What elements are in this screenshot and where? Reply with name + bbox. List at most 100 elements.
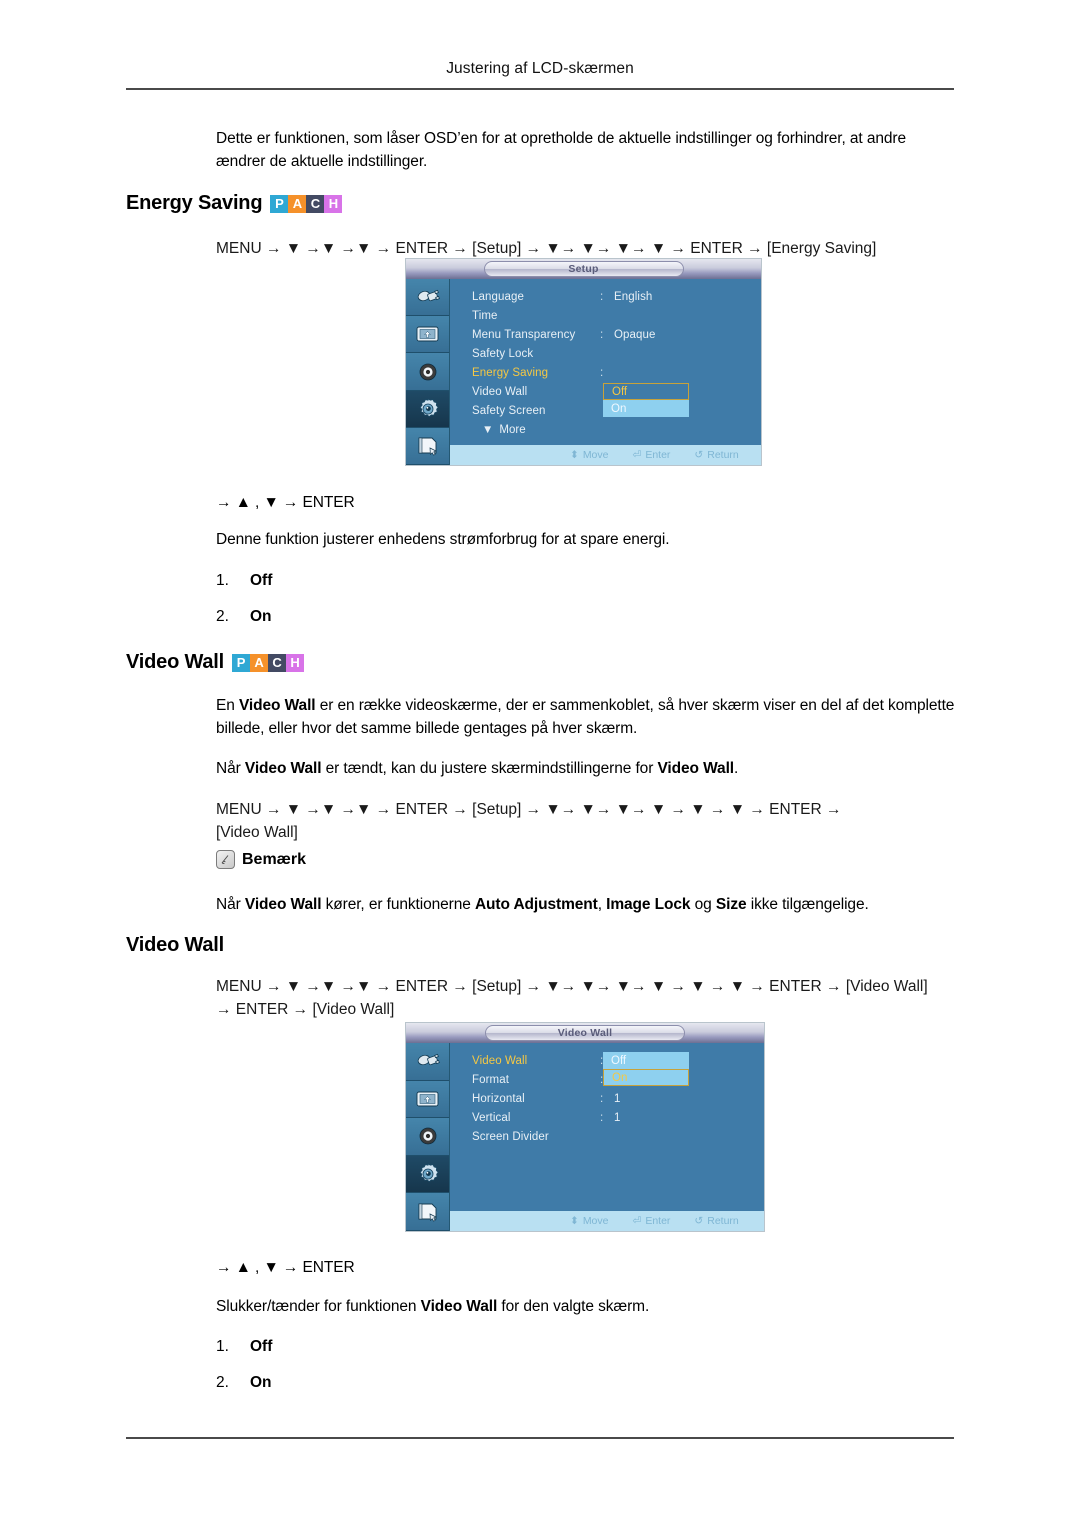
pach-badge-p: P (270, 194, 289, 213)
vw-p1-a: En (216, 697, 239, 714)
osd-titlebar-setup: Setup (406, 259, 761, 279)
vw-p2-c: er tændt, kan du justere skærmindstillin… (321, 760, 658, 777)
list-item: 2. On (216, 1374, 272, 1392)
pach-badge-h: H (286, 653, 305, 672)
vw-p1-b: Video Wall (238, 697, 316, 714)
vw-p2-d: Video Wall (657, 760, 734, 777)
description-video-wall-sub: Slukker/tænder for funktionen Video Wall… (216, 1295, 936, 1318)
pach-badge-video-wall: P A C H (232, 653, 305, 672)
osd-dropdown-option-on[interactable]: On (603, 1069, 689, 1086)
list-item: 2. On (216, 608, 272, 626)
osd-dropdown-option-off[interactable]: Off (603, 1052, 689, 1069)
osd-footer-videowall: ⬍ Move ⏎ Enter ↺ Return (450, 1211, 764, 1231)
osd-row-colon: : (600, 328, 604, 341)
pach-badge-c: C (306, 194, 325, 213)
osd-footer-label: Enter (645, 449, 671, 461)
setup-gear-icon[interactable] (406, 390, 449, 428)
vws-desc-b: Video Wall (420, 1298, 498, 1315)
note-text: Når Video Wall kører, er funktionerne Au… (216, 893, 964, 916)
note-pencil-icon (216, 850, 235, 869)
note-text-g: og (690, 896, 716, 913)
osd-row-value: 1 (614, 1092, 621, 1105)
option-list-energy-saving: 1. Off 2. On (216, 572, 272, 644)
osd-footer-enter[interactable]: ⏎ Enter (633, 1215, 671, 1227)
osd-screenshot-setup: Setup Language: English Time Menu Trans… (405, 258, 762, 466)
key-hint-energy-saving: → ▲ , ▼ → ENTER (216, 494, 355, 511)
osd-row-colon: : (600, 290, 604, 303)
osd-title-videowall: Video Wall (485, 1025, 685, 1041)
osd-dropdown-video-wall[interactable]: Off On (602, 1051, 690, 1087)
input-source-icon[interactable] (406, 1043, 449, 1081)
video-wall-paragraph-1: En Video Wall er en række videoskærme, d… (216, 694, 958, 740)
list-item: 1. Off (216, 1338, 272, 1356)
osd-row-energy-saving[interactable]: Energy Saving : (472, 363, 761, 382)
osd-footer-move[interactable]: ⬍ Move (570, 1215, 609, 1227)
vw-p2-b: Video Wall (244, 760, 322, 777)
osd-row-screen-divider[interactable]: Screen Divider (472, 1127, 764, 1146)
page-header-title: Justering af LCD-skærmen (446, 60, 634, 77)
osd-footer-enter[interactable]: ⏎ Enter (633, 449, 671, 461)
osd-footer-label: Move (582, 1215, 609, 1227)
osd-footer-move[interactable]: ⬍ Move (570, 449, 609, 461)
return-arrow-icon: ↺ (694, 1215, 704, 1227)
osd-footer-return[interactable]: ↺ Return (694, 1215, 738, 1227)
sound-speaker-icon[interactable] (406, 353, 449, 391)
option-list-video-wall-sub: 1. Off 2. On (216, 1338, 272, 1410)
sound-speaker-icon[interactable] (406, 1118, 449, 1156)
osd-row-language[interactable]: Language : English (472, 287, 761, 306)
list-item-label: On (250, 608, 272, 625)
key-hint-video-wall-sub: → ▲ , ▼ → ENTER (216, 1259, 355, 1276)
osd-row-label: Energy Saving (472, 366, 549, 379)
osd-row-colon: : (600, 366, 604, 379)
multi-control-icon[interactable] (406, 1193, 449, 1231)
osd-row-time[interactable]: Time (472, 306, 761, 325)
pach-badge-a: A (250, 653, 269, 672)
osd-row-label: Vertical (472, 1111, 511, 1124)
osd-row-label: Menu Transparency (472, 328, 576, 341)
note-text-i: ikke tilgængelige. (746, 896, 869, 913)
footer-divider-rule (126, 1437, 954, 1439)
list-item-number: 1. (216, 1338, 229, 1355)
osd-menu-list-videowall: Video Wall : Format : Horizontal : 1 Ver… (450, 1043, 764, 1231)
osd-row-value: 1 (614, 1111, 621, 1124)
vw-p2-a: Når (216, 760, 245, 777)
multi-control-icon[interactable] (406, 427, 449, 466)
note-bemaerk: Bemærk (216, 850, 306, 869)
osd-row-label: Screen Divider (472, 1130, 549, 1143)
heading-energy-saving: Energy Saving P A C H (126, 192, 343, 215)
osd-dropdown-energy-saving[interactable]: Off On (602, 382, 690, 418)
heading-video-wall-label: Video Wall (126, 651, 225, 673)
osd-row-safety-lock[interactable]: Safety Lock (472, 344, 761, 363)
osd-row-menu-transparency[interactable]: Menu Transparency : Opaque (472, 325, 761, 344)
list-item: 1. Off (216, 572, 272, 590)
note-label: Bemærk (242, 850, 307, 868)
setup-gear-icon[interactable] (406, 1155, 449, 1194)
video-wall-paragraph-2: Når Video Wall er tændt, kan du justere … (216, 757, 958, 780)
osd-dropdown-option-on[interactable]: On (603, 400, 689, 417)
vw-p2-e: . (733, 760, 739, 777)
updown-arrow-icon: ⬍ (570, 449, 579, 461)
osd-row-more[interactable]: ▼ More (472, 420, 761, 439)
description-energy-saving: Denne funktion justerer enhedens strømfo… (216, 531, 670, 548)
list-item-number: 2. (216, 608, 229, 625)
osd-row-horizontal[interactable]: Horizontal : 1 (472, 1089, 764, 1108)
osd-dropdown-option-off[interactable]: Off (603, 383, 689, 400)
vws-desc-c: for den valgte skærm. (497, 1298, 650, 1315)
note-text-c: kører, er funktionerne (321, 896, 475, 913)
osd-icon-rail-videowall (406, 1043, 450, 1231)
osd-row-value: English (614, 290, 653, 303)
enter-key-icon: ⏎ (632, 449, 642, 461)
osd-row-label: Format (472, 1073, 510, 1086)
osd-footer-label: Return (707, 1215, 739, 1227)
osd-row-colon: : (600, 1092, 604, 1105)
heading-energy-saving-label: Energy Saving (126, 192, 263, 214)
osd-body-videowall: Video Wall : Format : Horizontal : 1 Ver… (406, 1043, 764, 1231)
osd-footer-return[interactable]: ↺ Return (694, 449, 738, 461)
vw-p1-c: er en række videoskærme, der er sammenko… (216, 697, 955, 737)
osd-row-vertical[interactable]: Vertical : 1 (472, 1108, 764, 1127)
picture-display-icon[interactable] (406, 1080, 449, 1119)
picture-display-icon[interactable] (406, 316, 449, 354)
osd-row-label: Safety Screen (472, 404, 546, 417)
input-source-icon[interactable] (406, 279, 449, 317)
note-text-a: Når (216, 896, 245, 913)
